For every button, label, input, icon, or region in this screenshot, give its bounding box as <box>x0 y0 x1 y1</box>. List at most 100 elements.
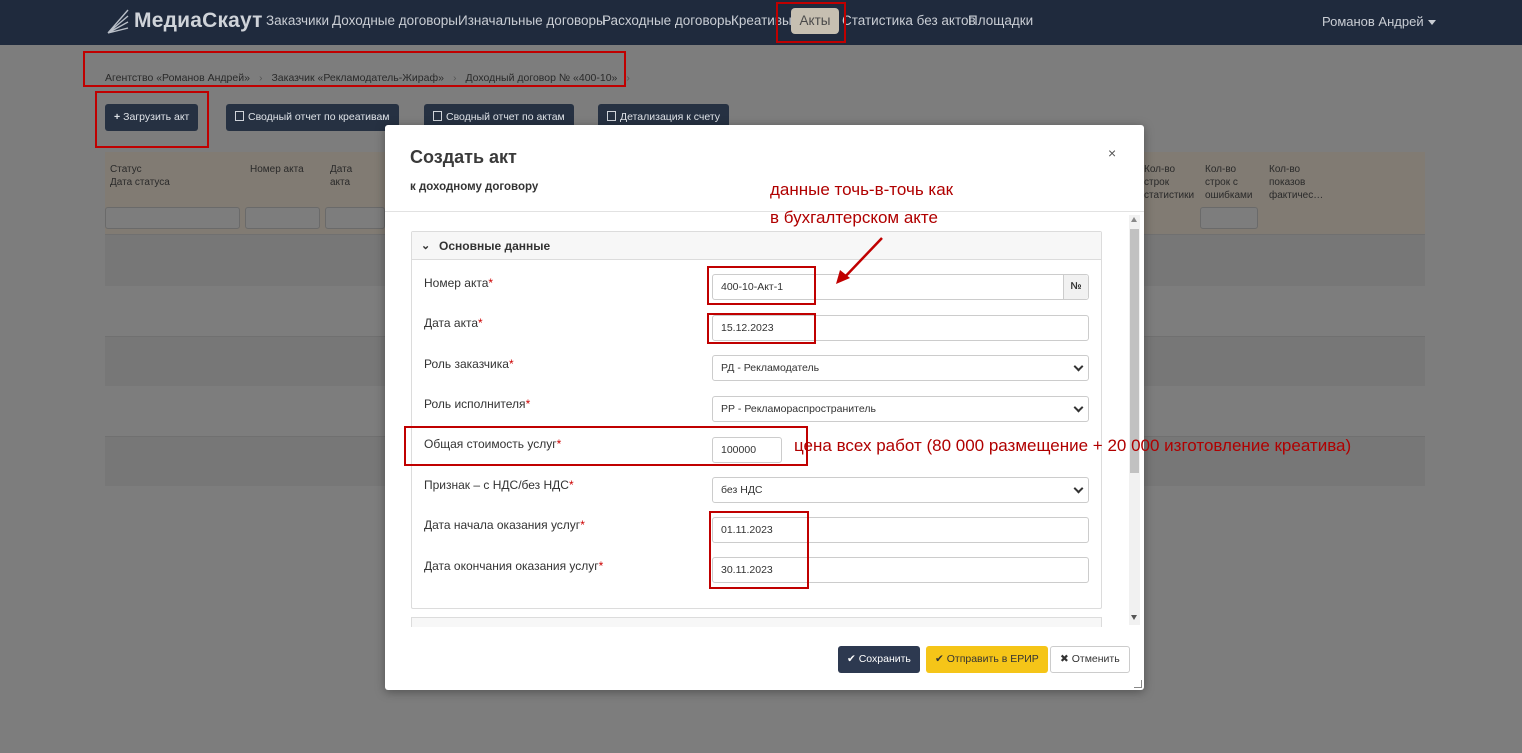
user-menu[interactable]: Романов Андрей <box>1322 14 1436 29</box>
cancel-label: Отменить <box>1071 653 1120 665</box>
annotation-box-service-dates <box>709 511 809 589</box>
col-act-date-line2: акта <box>330 177 351 188</box>
chevron-down-icon <box>1073 361 1084 372</box>
annotation-box-act-number <box>707 266 816 305</box>
nav-expense-contracts[interactable]: Расходные договоры <box>602 13 734 28</box>
chevron-down-icon: ⌄ <box>421 240 431 252</box>
required-mark: * <box>508 357 514 371</box>
caret-down-icon <box>1427 20 1436 26</box>
annotation-box-act-date <box>707 313 816 344</box>
required-mark: * <box>580 518 585 532</box>
brand-name: МедиаСкаут <box>134 9 263 32</box>
executor-role-value: РР - Рекламораспространитель <box>721 403 876 415</box>
chevron-down-icon <box>1073 483 1084 494</box>
close-icon: ✖ <box>1060 653 1072 665</box>
customer-role-label: Роль заказчика* <box>424 357 514 371</box>
resize-grip-icon[interactable] <box>1134 680 1142 688</box>
col-actual-impressions[interactable]: Кол-во показов фактичес… <box>1269 163 1323 202</box>
document-icon <box>235 111 244 121</box>
filter-status[interactable] <box>105 207 240 229</box>
col-error-rows-line2: строк с <box>1205 177 1238 188</box>
vat-flag-select[interactable]: без НДС <box>712 477 1089 503</box>
annotation-box-breadcrumb <box>83 51 626 87</box>
col-status-line2: Дата статуса <box>110 177 170 188</box>
required-mark: * <box>478 316 483 330</box>
scroll-up-icon[interactable] <box>1131 217 1137 222</box>
col-error-rows-line3: ошибками <box>1205 190 1253 201</box>
executor-role-label: Роль исполнителя* <box>424 397 530 411</box>
send-to-erir-button[interactable]: ✔ Отправить в ЕРИР <box>926 646 1048 673</box>
start-date-label-text: Дата начала оказания услуг <box>424 518 581 532</box>
annotation-note-exact-line1: данные точь-в-точь как <box>770 180 954 199</box>
main-data-title: Основные данные <box>439 239 551 253</box>
col-actual-impressions-line1: Кол-во <box>1269 164 1301 175</box>
col-stat-rows-line2: строк <box>1144 177 1170 188</box>
annotation-box-upload <box>95 91 209 148</box>
save-button[interactable]: ✔ Сохранить <box>838 646 920 673</box>
nav-customers[interactable]: Заказчики <box>266 13 329 28</box>
annotation-note-exact-line2: в бухгалтерском акте <box>770 208 938 227</box>
act-date-label-text: Дата акта <box>424 316 478 330</box>
customer-role-select[interactable]: РД - Рекламодатель <box>712 355 1089 381</box>
chevron-down-icon <box>1073 402 1084 413</box>
scroll-down-icon[interactable] <box>1131 615 1137 620</box>
col-stat-rows[interactable]: Кол-во строк статистики <box>1144 163 1194 202</box>
report-acts-label: Сводный отчет по актам <box>446 111 565 123</box>
number-generate-button[interactable]: № <box>1063 275 1088 299</box>
required-mark: * <box>598 559 604 573</box>
invoice-details-label: Детализация к счету <box>620 111 721 123</box>
nav-income-contracts[interactable]: Доходные договоры <box>332 13 458 28</box>
filter-act-date[interactable] <box>325 207 385 229</box>
col-actual-impressions-line3: фактичес… <box>1269 190 1324 201</box>
required-mark: * <box>568 478 574 492</box>
vat-flag-label-text: Признак – с НДС/без НДС <box>424 478 569 492</box>
modal-subtitle: к доходному договору <box>410 181 539 193</box>
col-status-line1: Статус <box>110 164 142 175</box>
annotation-box-total-cost <box>404 426 808 466</box>
executor-role-select[interactable]: РР - Рекламораспространитель <box>712 396 1089 422</box>
col-act-date-line1: Дата <box>330 164 353 175</box>
report-creatives-button[interactable]: Сводный отчет по креативам <box>226 104 399 131</box>
filter-act-number[interactable] <box>245 207 320 229</box>
close-icon[interactable]: × <box>1108 145 1116 161</box>
nav-initial-contracts[interactable]: Изначальные договоры <box>458 13 606 28</box>
modal-scrollbar[interactable] <box>1129 215 1140 625</box>
next-section-panel[interactable] <box>411 617 1102 627</box>
check-icon: ✔ <box>847 653 859 665</box>
executor-role-label-text: Роль исполнителя <box>424 397 526 411</box>
act-number-label-text: Номер акта <box>424 276 489 290</box>
document-icon <box>607 111 616 121</box>
col-error-rows-line1: Кол-во <box>1205 164 1237 175</box>
required-mark: * <box>488 276 494 290</box>
brand-rays-icon <box>107 9 129 34</box>
required-mark: * <box>525 397 531 411</box>
modal-title: Создать акт <box>410 147 517 167</box>
annotation-note-price: цена всех работ (80 000 размещение + 20 … <box>794 436 1352 455</box>
customer-role-value: РД - Рекламодатель <box>721 362 820 374</box>
col-act-number[interactable]: Номер акта <box>250 163 304 176</box>
main-data-panel-header[interactable]: ⌄ Основные данные <box>412 232 1101 260</box>
col-stat-rows-line3: статистики <box>1144 190 1195 201</box>
breadcrumb-separator: › <box>626 72 630 84</box>
vat-flag-value: без НДС <box>721 484 763 496</box>
filter-error-rows[interactable] <box>1200 207 1258 229</box>
nav-stats-without-acts[interactable]: Статистика без актов <box>842 13 976 28</box>
check-icon: ✔ <box>935 653 947 665</box>
col-act-number-line1: Номер акта <box>250 164 304 175</box>
nav-platforms[interactable]: Площадки <box>968 13 1033 28</box>
brand-logo[interactable]: МедиаСкаут <box>106 6 263 36</box>
cancel-button[interactable]: ✖ Отменить <box>1050 646 1130 673</box>
vat-flag-label: Признак – с НДС/без НДС* <box>424 478 574 492</box>
report-creatives-label: Сводный отчет по креативам <box>248 111 390 123</box>
col-error-rows[interactable]: Кол-во строк с ошибками <box>1205 163 1253 202</box>
start-date-label: Дата начала оказания услуг* <box>424 518 585 532</box>
send-label: Отправить в ЕРИР <box>946 653 1039 665</box>
number-icon: № <box>1070 281 1082 292</box>
annotation-box-acts <box>776 2 846 43</box>
col-stat-rows-line1: Кол-во <box>1144 164 1176 175</box>
customer-role-label-text: Роль заказчика <box>424 357 509 371</box>
col-act-date[interactable]: Дата акта <box>330 163 352 189</box>
top-navbar: МедиаСкаут Заказчики Доходные договоры И… <box>0 0 1522 45</box>
col-actual-impressions-line2: показов <box>1269 177 1306 188</box>
col-status[interactable]: Статус Дата статуса <box>110 163 170 189</box>
